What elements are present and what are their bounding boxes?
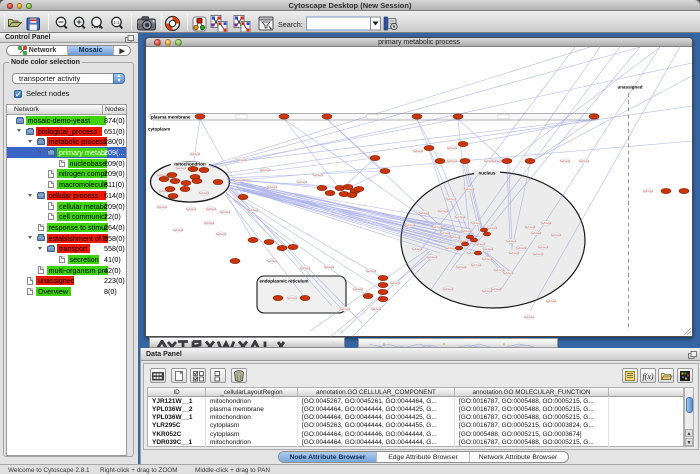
svg-text:cytoplasm: cytoplasm [148, 127, 170, 132]
svg-text:Subnet1: Subnet1 [199, 192, 210, 195]
svg-text:Subnet1: Subnet1 [260, 169, 271, 172]
svg-text:Subnet1: Subnet1 [551, 234, 562, 237]
svg-text:Subnet1: Subnet1 [643, 190, 654, 193]
svg-text:Subnet1: Subnet1 [412, 248, 423, 251]
svg-text:Subnet1: Subnet1 [300, 267, 311, 270]
svg-text:Subnet1: Subnet1 [413, 150, 424, 153]
svg-text:Subnet1: Subnet1 [190, 153, 201, 156]
svg-text:Subnet1: Subnet1 [267, 186, 278, 189]
svg-text:Subnet1: Subnet1 [483, 248, 494, 251]
svg-text:Subnet1: Subnet1 [220, 211, 231, 214]
svg-text:Subnet1: Subnet1 [443, 288, 454, 291]
svg-text:Subnet1: Subnet1 [531, 232, 542, 235]
svg-text:Subnet1: Subnet1 [438, 210, 449, 213]
svg-text:Subnet1: Subnet1 [186, 208, 197, 211]
svg-text:Subnet1: Subnet1 [445, 247, 456, 250]
svg-text:Subnet1: Subnet1 [471, 222, 482, 225]
svg-text:Subnet1: Subnet1 [579, 160, 590, 163]
svg-text:Subnet1: Subnet1 [487, 227, 498, 230]
svg-text:endoplasmic reticulum: endoplasmic reticulum [260, 279, 309, 284]
svg-text:Subnet1: Subnet1 [371, 308, 382, 311]
svg-text:Subnet1: Subnet1 [560, 160, 571, 163]
svg-text:Subnet1: Subnet1 [157, 206, 168, 209]
svg-text:Subnet1: Subnet1 [340, 308, 351, 311]
svg-text:Subnet1: Subnet1 [176, 167, 187, 170]
svg-text:Subnet1: Subnet1 [538, 246, 549, 249]
svg-text:Subnet1: Subnet1 [206, 208, 217, 211]
svg-text:Subnet1: Subnet1 [446, 198, 457, 201]
svg-text:Subnet1: Subnet1 [236, 159, 247, 162]
svg-text:Subnet1: Subnet1 [525, 226, 536, 229]
svg-text:Subnet1: Subnet1 [546, 300, 557, 303]
svg-text:mitochondrion: mitochondrion [174, 162, 206, 167]
svg-text:Subnet1: Subnet1 [506, 240, 517, 243]
svg-text:Subnet1: Subnet1 [450, 236, 461, 239]
svg-text:Subnet1: Subnet1 [419, 212, 430, 215]
svg-text:Subnet1: Subnet1 [492, 160, 503, 163]
svg-text:Subnet1: Subnet1 [204, 222, 215, 225]
svg-text:Subnet1: Subnet1 [313, 174, 324, 177]
svg-text:Search:: Search: [278, 20, 303, 29]
svg-text:Subnet1: Subnet1 [464, 188, 475, 191]
svg-text:Subnet1: Subnet1 [297, 181, 308, 184]
svg-text:Subnet1: Subnet1 [455, 216, 466, 219]
svg-text:Subnet1: Subnet1 [461, 230, 472, 233]
svg-text:Subnet1: Subnet1 [248, 209, 259, 212]
svg-text:Subnet1: Subnet1 [524, 316, 535, 319]
svg-text:Subnet1: Subnet1 [353, 288, 364, 291]
svg-text:Subnet1: Subnet1 [287, 297, 298, 300]
svg-text:Subnet1: Subnet1 [456, 266, 467, 269]
svg-text:Subnet1: Subnet1 [475, 243, 486, 246]
svg-text:Subnet1: Subnet1 [267, 260, 278, 263]
svg-text:Subnet1: Subnet1 [533, 253, 544, 256]
svg-text:Subnet1: Subnet1 [427, 256, 438, 259]
svg-text:Subnet1: Subnet1 [366, 270, 377, 273]
svg-text:Subnet1: Subnet1 [482, 258, 493, 261]
svg-text:1:1: 1:1 [114, 20, 121, 25]
svg-text:plasma membrane: plasma membrane [151, 114, 191, 119]
svg-text:Subnet1: Subnet1 [216, 233, 227, 236]
svg-text:Subnet1: Subnet1 [440, 232, 451, 235]
svg-text:unassigned: unassigned [617, 85, 642, 90]
svg-text:Subnet1: Subnet1 [516, 247, 527, 250]
svg-text:Subnet1: Subnet1 [324, 266, 335, 269]
svg-text:Subnet1: Subnet1 [503, 272, 514, 275]
svg-text:Subnet1: Subnet1 [234, 179, 245, 182]
svg-text:Subnet1: Subnet1 [447, 160, 458, 163]
svg-text:Subnet1: Subnet1 [509, 252, 520, 255]
svg-text:Subnet1: Subnet1 [471, 264, 482, 267]
svg-text:Subnet1: Subnet1 [432, 226, 443, 229]
svg-text:Subnet1: Subnet1 [447, 147, 458, 150]
svg-text:Subnet1: Subnet1 [173, 229, 184, 232]
svg-text:Subnet1: Subnet1 [390, 282, 401, 285]
svg-text:Subnet1: Subnet1 [482, 290, 493, 293]
svg-text:Subnet1: Subnet1 [405, 224, 416, 227]
svg-text:Subnet1: Subnet1 [541, 222, 552, 225]
svg-text:Subnet1: Subnet1 [491, 288, 502, 291]
svg-text:nucleus: nucleus [478, 171, 496, 176]
svg-text:f(x): f(x) [642, 372, 653, 381]
